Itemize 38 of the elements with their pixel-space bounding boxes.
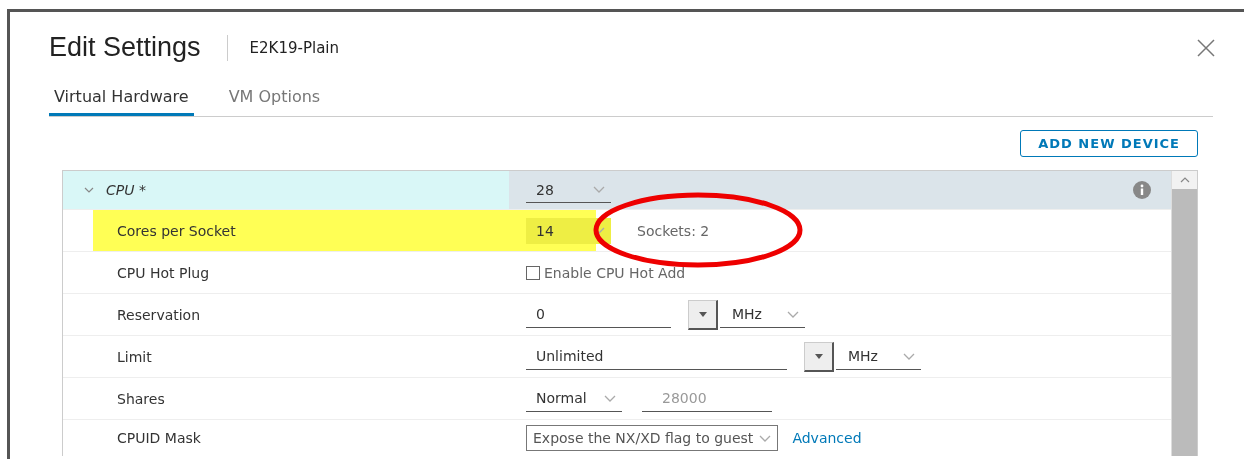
shares-select[interactable]: Normal [526,385,622,412]
cpu-label: CPU * [106,182,146,198]
advanced-link[interactable]: Advanced [792,430,862,446]
caret-icon [814,353,823,359]
chevron-down-icon[interactable] [84,186,94,194]
cpu-header[interactable]: CPU * [63,171,509,209]
scrollbar[interactable] [1171,171,1197,456]
chevron-down-icon [759,434,772,442]
setting-label: Cores per Socket [117,222,236,239]
dropdown-button[interactable] [688,299,718,330]
info-icon[interactable] [1133,181,1151,199]
chevron-down-icon [787,310,799,318]
dropdown-button[interactable] [804,341,834,372]
caret-icon [698,311,707,317]
setting-label: Reservation [117,306,201,323]
chevron-down-icon [604,394,616,402]
setting-label: CPU Hot Plug [117,264,210,281]
close-icon[interactable] [1196,37,1216,58]
tab[interactable]: VM Options [223,87,326,116]
setting-label: CPUID Mask [117,430,201,446]
setting-label: Limit [117,348,152,365]
cores-select[interactable]: 14 [526,217,611,244]
scroll-up-icon[interactable] [1179,177,1190,183]
sockets-count: Sockets: 2 [637,222,710,239]
dialog-title: Edit Settings [49,32,201,63]
unit-select[interactable]: MHz [836,343,921,370]
value-field[interactable]: 0 [526,301,671,328]
hot-add-checkbox[interactable]: Enable CPU Hot Add [526,264,686,281]
setting-label: Shares [117,390,165,407]
mask-select[interactable]: Expose the NX/XD flag to guest [526,425,779,451]
unit-select[interactable]: MHz [720,301,805,328]
value-field[interactable]: Unlimited [526,343,787,370]
vm-name: E2K19-Plain [249,38,340,57]
tab[interactable]: Virtual Hardware [49,87,194,116]
add-device-button[interactable]: ADD NEW DEVICE [1020,130,1198,157]
cpu-count-select[interactable]: 28 [526,177,611,203]
chevron-down-icon [903,352,915,360]
chevron-down-icon [593,186,605,193]
